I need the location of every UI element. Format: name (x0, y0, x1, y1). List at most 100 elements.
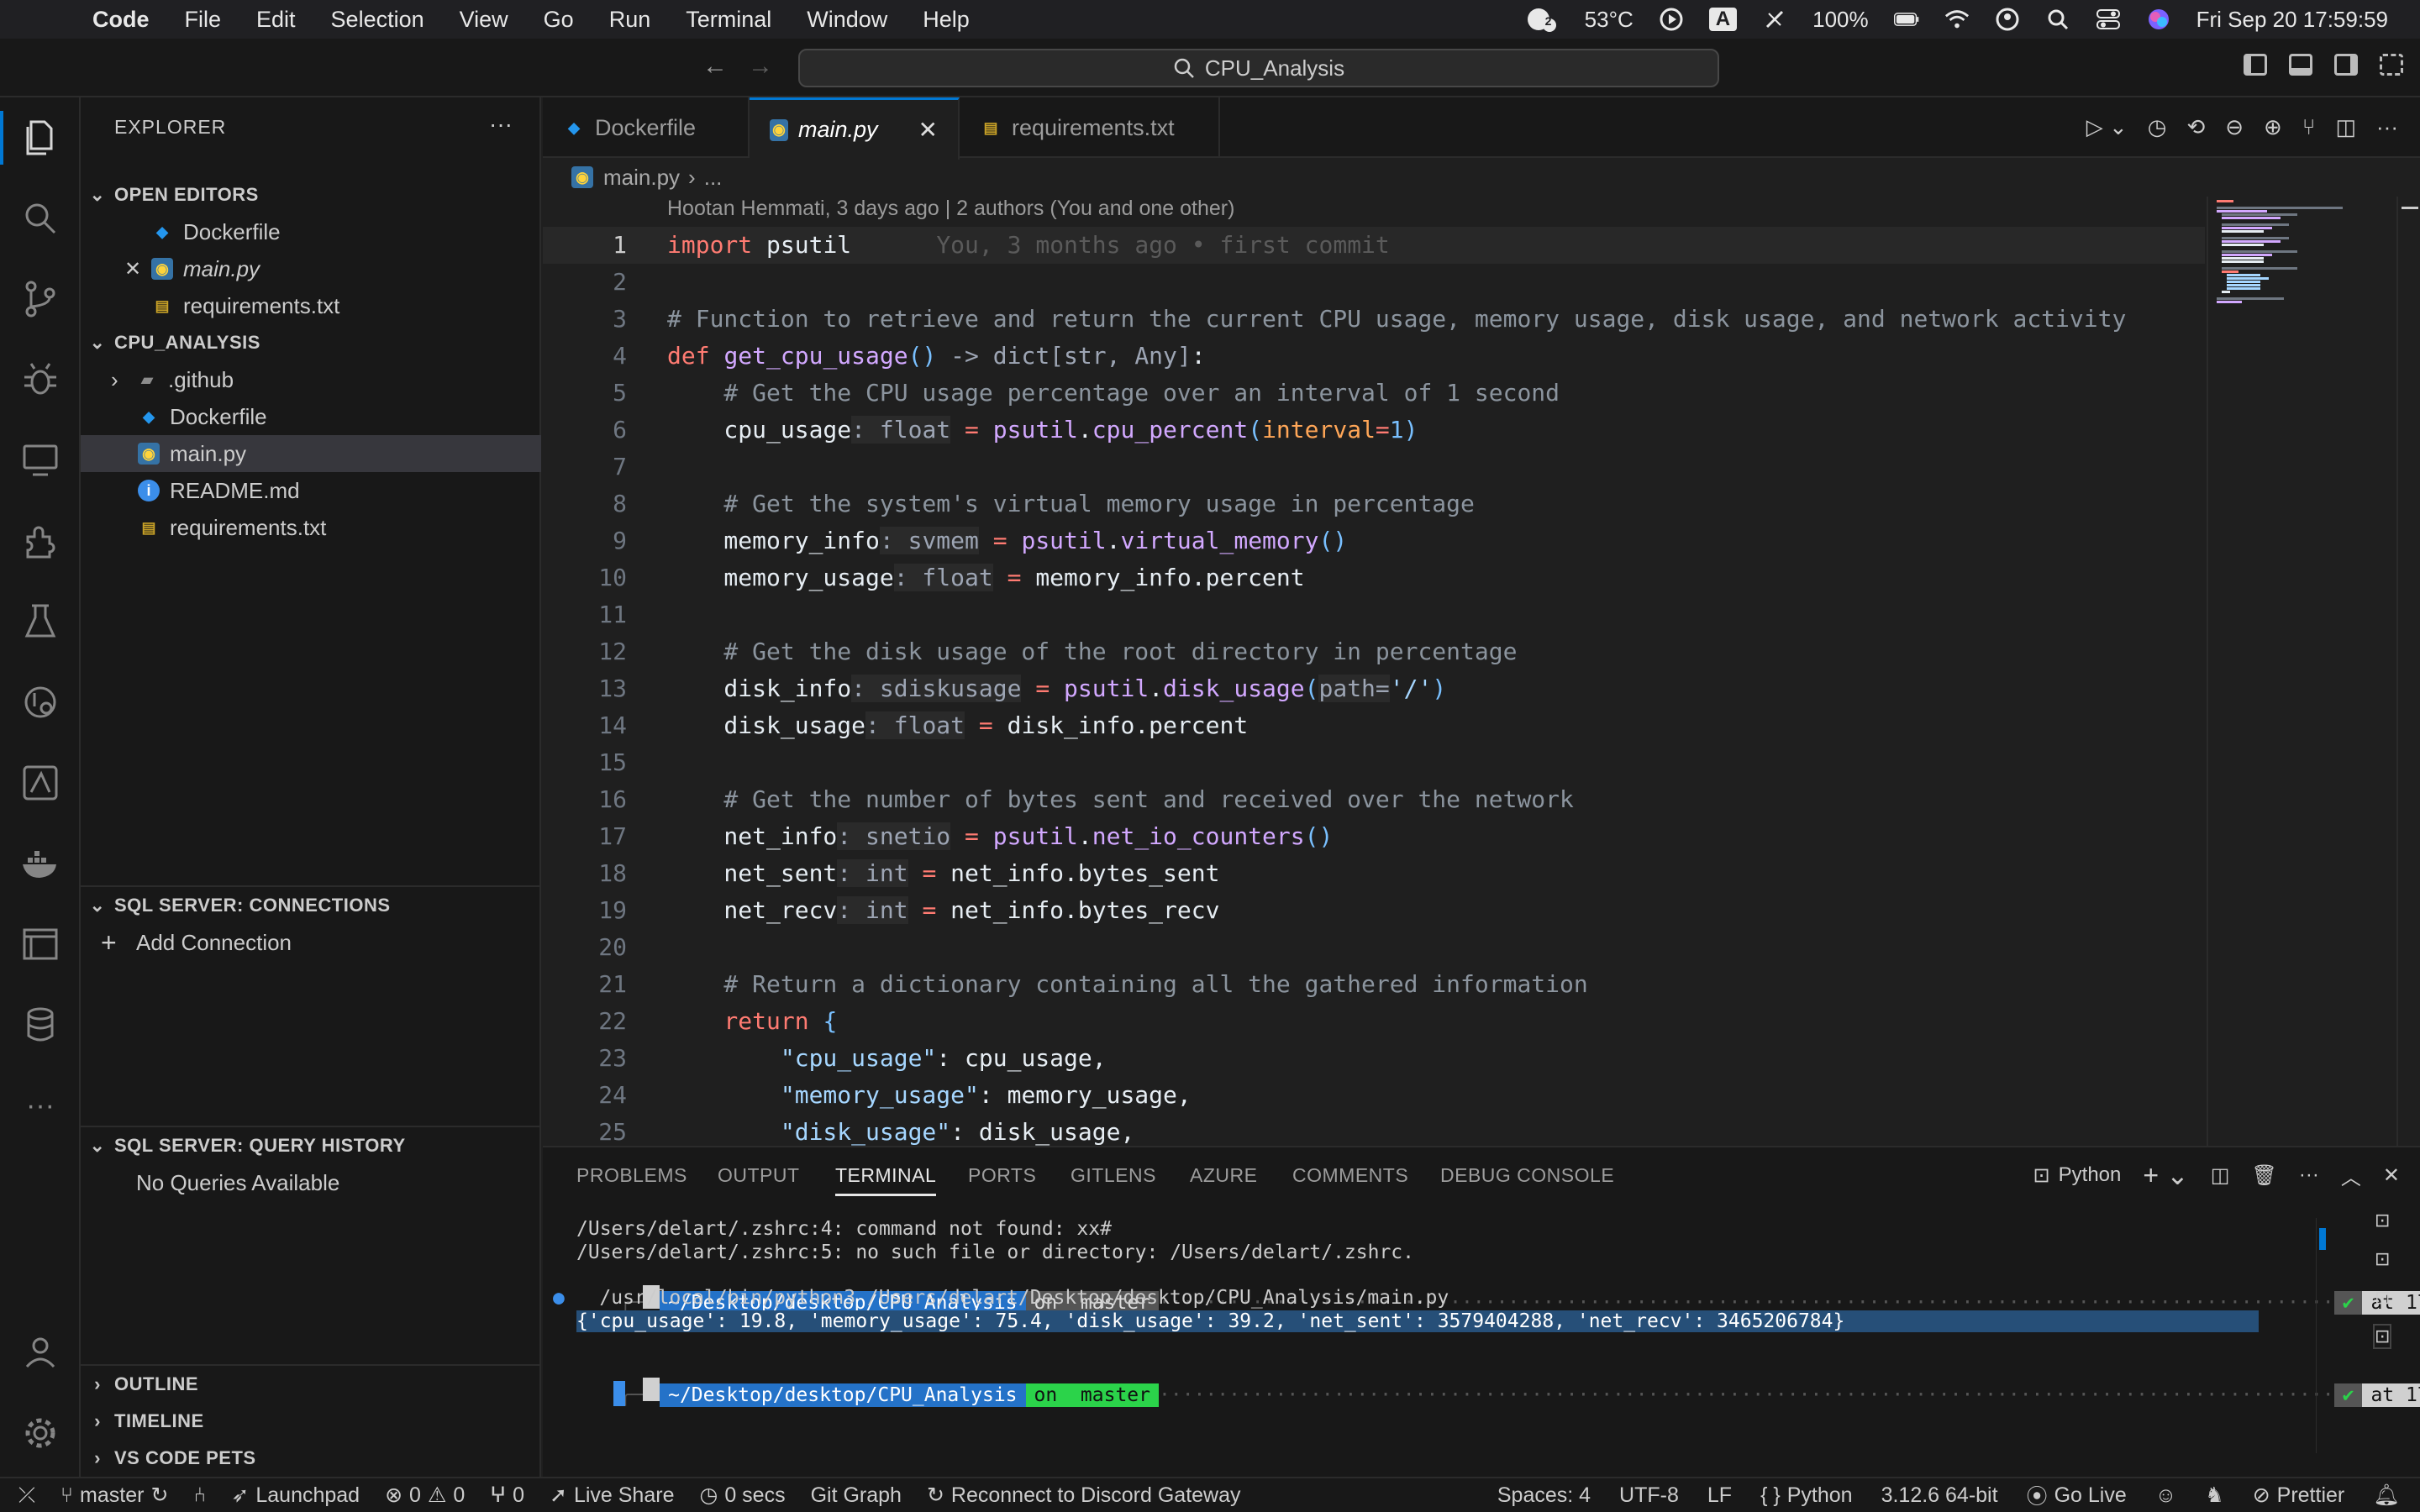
add-connection-button[interactable]: + Add Connection (81, 924, 541, 961)
menu-go[interactable]: Go (544, 7, 574, 33)
gitlens-icon[interactable] (0, 669, 81, 736)
breadcrumb-rest[interactable]: ... (704, 165, 723, 191)
clock[interactable]: Fri Sep 20 17:59:59 (2196, 7, 2388, 33)
notification-icon[interactable]: 2 (1526, 7, 1560, 32)
code-line[interactable]: 2 (543, 264, 2205, 301)
code-line[interactable]: 20 (543, 929, 2205, 966)
minimap[interactable] (2207, 197, 2396, 1146)
workspace-header[interactable]: ⌄ CPU_ANALYSIS (81, 324, 541, 361)
menu-app-name[interactable]: Code (92, 7, 150, 33)
split-editor-icon[interactable]: ◫ (2335, 114, 2356, 140)
open-changes-icon[interactable]: ⟲ (2186, 114, 2205, 140)
kill-terminal-icon[interactable]: 🗑 (2251, 1163, 2276, 1188)
terminal-instance-icon[interactable]: ⊡ (2375, 1287, 2390, 1309)
file-tree-folder[interactable]: › ▰ .github (81, 361, 541, 398)
panel-tab-output[interactable]: OUTPUT (718, 1164, 800, 1187)
panel-tab-problems[interactable]: PROBLEMS (576, 1164, 687, 1187)
previous-change-icon[interactable]: ⊖ (2225, 114, 2244, 140)
tab-requirements[interactable]: ▤ requirements.txt (960, 97, 1220, 158)
panel-tab-debug-console[interactable]: DEBUG CONSOLE (1440, 1164, 1614, 1187)
split-terminal-icon[interactable]: ◫ (2211, 1163, 2230, 1188)
explorer-icon[interactable] (0, 104, 81, 171)
code-line[interactable]: 12 # Get the disk usage of the root dire… (543, 633, 2205, 670)
sql-connections-header[interactable]: ⌄ SQL SERVER: CONNECTIONS (81, 887, 541, 924)
spotlight-search-icon[interactable] (2045, 7, 2070, 32)
editor-scrollbar[interactable] (2396, 197, 2420, 1146)
code-line[interactable]: 17 net_info: snetio = psutil.net_io_coun… (543, 818, 2205, 855)
git-blame-codelens[interactable]: Hootan Hemmati, 3 days ago | 2 authors (… (667, 197, 1234, 225)
encoding-status[interactable]: UTF-8 (1619, 1483, 1679, 1508)
notifications-bell-icon[interactable]: 🔔︎ (2373, 1483, 2400, 1508)
live-share-status[interactable]: ➚ Live Share (550, 1483, 674, 1508)
pen-slash-icon[interactable] (1762, 7, 1787, 32)
python-interpreter-status[interactable]: 3.12.6 64-bit (1881, 1483, 1998, 1508)
temperature-readout[interactable]: 53°C (1585, 7, 1634, 33)
remote-explorer-icon[interactable] (0, 427, 81, 494)
code-line[interactable]: 18 net_sent: int = net_info.bytes_sent (543, 855, 2205, 892)
file-tree-item[interactable]: i README.md (81, 472, 541, 509)
testing-flask-icon[interactable] (0, 588, 81, 655)
accounts-icon[interactable] (0, 1319, 81, 1386)
menu-view[interactable]: View (460, 7, 508, 33)
file-tree-item[interactable]: ▤ requirements.txt (81, 509, 541, 546)
close-panel-icon[interactable]: ✕ (2383, 1163, 2400, 1188)
maximize-panel-icon[interactable]: ︿ (2341, 1161, 2361, 1190)
code-line[interactable]: 15 (543, 744, 2205, 781)
close-icon[interactable]: ✕ (124, 257, 151, 281)
panel-tab-comments[interactable]: COMMENTS (1292, 1164, 1408, 1187)
code-editor[interactable]: Hootan Hemmati, 3 days ago | 2 authors (… (543, 197, 2205, 1146)
prettier-status[interactable]: ⊘ Prettier (2253, 1483, 2345, 1508)
panel-tab-terminal[interactable]: TERMINAL (835, 1164, 937, 1196)
timeline-header[interactable]: › TIMELINE (81, 1403, 541, 1440)
discord-status[interactable]: ↻ Reconnect to Discord Gateway (927, 1483, 1241, 1508)
terminal-output-selected[interactable]: {'cpu_usage': 19.8, 'memory_usage': 75.4… (576, 1310, 2259, 1332)
code-line[interactable]: 10 memory_usage: float = memory_info.per… (543, 559, 2205, 596)
panel-more-icon[interactable]: ··· (2299, 1163, 2319, 1187)
azure-icon[interactable] (0, 749, 81, 816)
customize-layout-icon[interactable] (2380, 54, 2403, 76)
docker-icon[interactable] (0, 830, 81, 897)
search-icon[interactable] (0, 185, 81, 252)
pets-icon[interactable]: ♞ (2205, 1483, 2223, 1508)
code-line[interactable]: 1 import psutil You, 3 months ago • first… (543, 227, 2205, 264)
sidebar-more-icon[interactable]: ··· (489, 111, 513, 138)
code-line[interactable]: 4 def get_cpu_usage() -> dict[str, Any]: (543, 338, 2205, 375)
remote-indicator-icon[interactable]: ⤫ (18, 1483, 35, 1508)
git-graph-status[interactable]: Git Graph (811, 1483, 902, 1508)
open-editor-item[interactable]: ▤ requirements.txt (81, 287, 541, 324)
timeline-history-icon[interactable]: ◷ (2148, 114, 2167, 140)
menu-file[interactable]: File (185, 7, 222, 33)
siri-icon[interactable] (2146, 7, 2171, 32)
terminal-instance-icon[interactable]: ⊡ (2375, 1248, 2390, 1270)
menu-help[interactable]: Help (923, 7, 970, 33)
git-branch-status[interactable]: ⑂ master ↻ (60, 1483, 168, 1508)
breadcrumb-file[interactable]: main.py (603, 165, 680, 191)
code-line[interactable]: 5 # Get the CPU usage percentage over an… (543, 375, 2205, 412)
menu-window[interactable]: Window (807, 7, 887, 33)
indentation-status[interactable]: Spaces: 4 (1497, 1483, 1591, 1508)
open-editor-item-active[interactable]: ✕ ◉ main.py (81, 250, 541, 287)
code-line[interactable]: 11 (543, 596, 2205, 633)
open-editors-header[interactable]: ⌄ OPEN EDITORS (81, 176, 541, 213)
tab-main-py[interactable]: ◉ main.py ✕ (750, 97, 960, 160)
panel-tab-gitlens[interactable]: GITLENS (1071, 1164, 1156, 1187)
menu-selection[interactable]: Selection (331, 7, 424, 33)
menu-run[interactable]: Run (609, 7, 651, 33)
gitlens-status-icon[interactable]: ⑃ (193, 1483, 206, 1508)
terminal-shell-selector[interactable]: ⊡ Python (2033, 1163, 2122, 1188)
gitlens-compare-icon[interactable]: ⑂ (2302, 114, 2316, 140)
open-editor-item[interactable]: ◆ Dockerfile (81, 213, 541, 250)
toggle-secondary-sidebar-icon[interactable] (2334, 54, 2358, 76)
go-live-status[interactable]: ⦿ Go Live (2027, 1480, 2127, 1510)
user-account-icon[interactable] (1995, 7, 2020, 32)
source-control-icon[interactable] (0, 265, 81, 333)
new-terminal-icon[interactable]: + ⌄ (2143, 1159, 2188, 1191)
code-line[interactable]: 3 # Function to retrieve and return the c… (543, 301, 2205, 338)
panel-tab-azure[interactable]: AZURE (1190, 1164, 1257, 1187)
code-line[interactable]: 8 # Get the system's virtual memory usag… (543, 486, 2205, 522)
code-line[interactable]: 22 return { (543, 1003, 2205, 1040)
settings-gear-icon[interactable] (0, 1399, 81, 1467)
menu-terminal[interactable]: Terminal (686, 7, 771, 33)
problems-status[interactable]: ⊗ 0 ⚠ 0 (385, 1483, 465, 1508)
terminal-instance-icon[interactable]: ⊡ (2375, 1210, 2390, 1231)
